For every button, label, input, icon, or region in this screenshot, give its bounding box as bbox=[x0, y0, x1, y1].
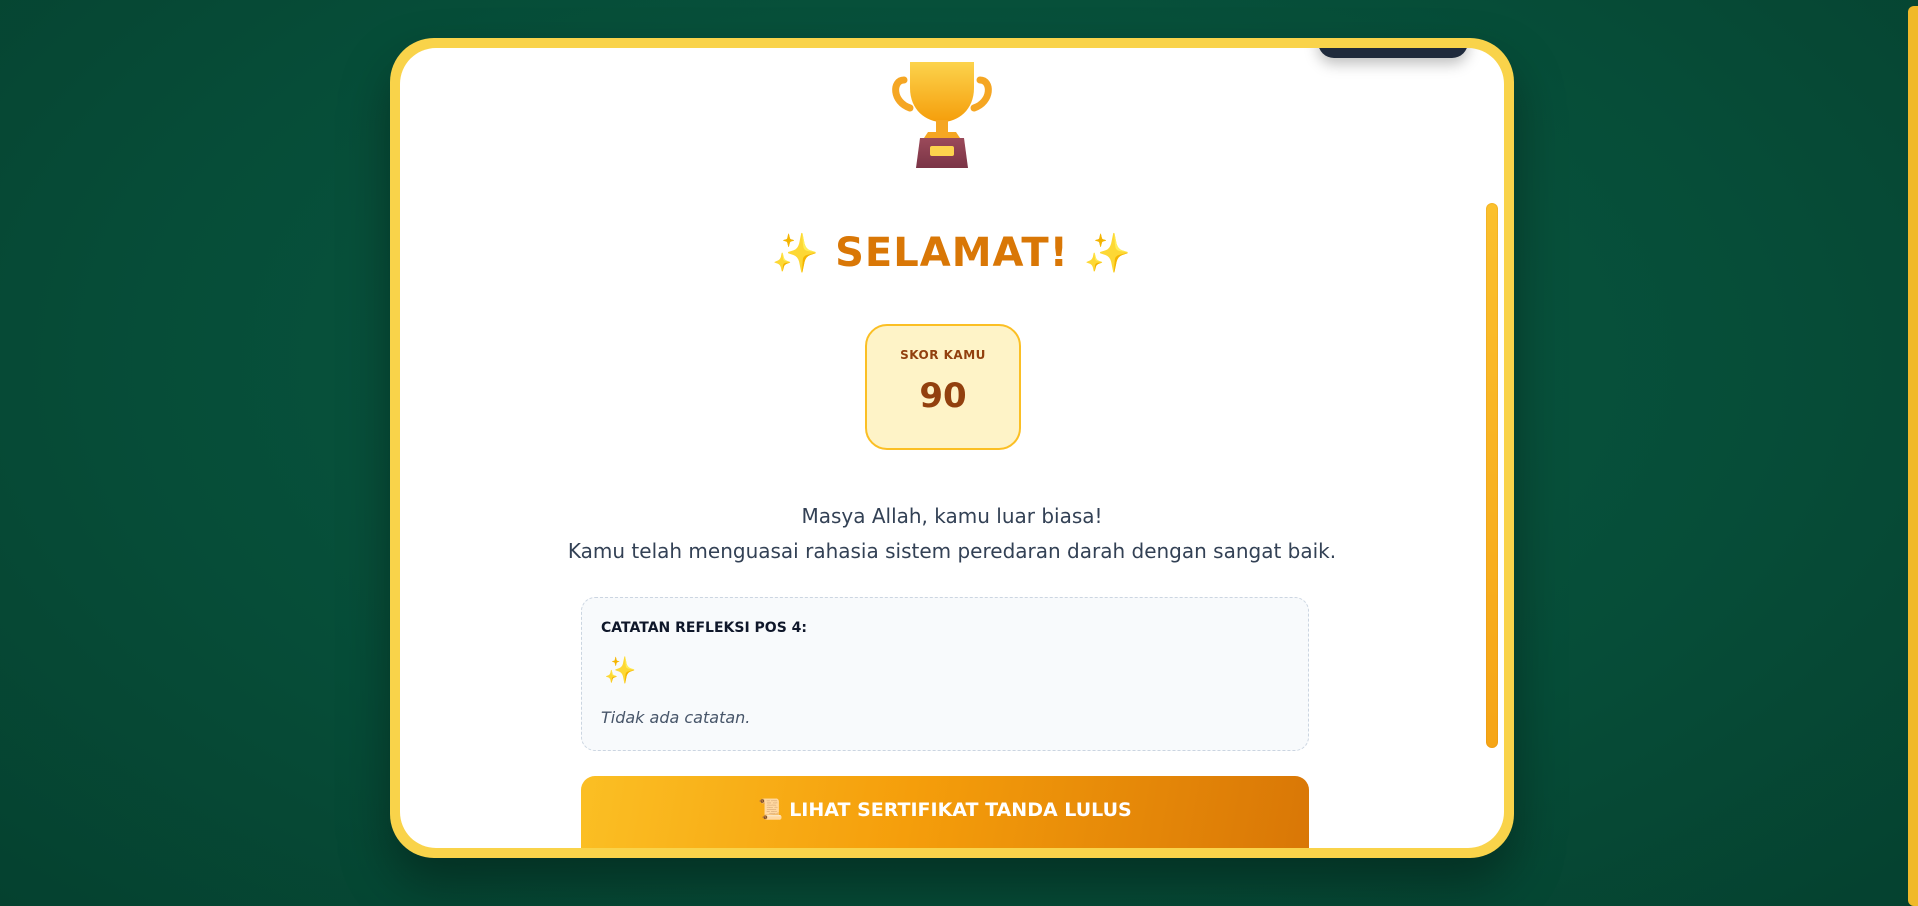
reflection-note-title: CATATAN REFLEKSI POS 4: bbox=[601, 620, 807, 636]
page-scrollbar[interactable] bbox=[1906, 0, 1918, 906]
content-scrollbar[interactable] bbox=[1486, 203, 1498, 748]
view-certificate-button[interactable]: 📜 LIHAT SERTIFIKAT TANDA LULUS bbox=[581, 776, 1309, 848]
congrats-title: ✨ SELAMAT! ✨ bbox=[400, 230, 1504, 276]
app-frame: ✨ SELAMAT! ✨ SKOR KAMU 90 Masya Allah, k… bbox=[390, 38, 1514, 858]
view-certificate-label: LIHAT SERTIFIKAT TANDA LULUS bbox=[789, 799, 1132, 821]
sparkle-icon: ✨ bbox=[604, 656, 637, 686]
reflection-note-card: CATATAN REFLEKSI POS 4: ✨ Tidak ada cata… bbox=[581, 597, 1309, 751]
score-label: SKOR KAMU bbox=[900, 348, 986, 362]
scroll-icon: 📜 bbox=[758, 797, 784, 821]
score-value: 90 bbox=[919, 376, 967, 416]
sparkle-icon: ✨ bbox=[771, 231, 821, 275]
page-scrollbar-thumb[interactable] bbox=[1908, 6, 1918, 906]
result-screen: ✨ SELAMAT! ✨ SKOR KAMU 90 Masya Allah, k… bbox=[400, 48, 1504, 848]
achievement-message: Kamu telah menguasai rahasia sistem pere… bbox=[567, 539, 1337, 563]
reflection-note-text: Tidak ada catatan. bbox=[601, 708, 751, 727]
congrats-title-text: SELAMAT! bbox=[835, 230, 1069, 276]
trophy-icon bbox=[892, 62, 992, 168]
sparkle-icon: ✨ bbox=[1083, 231, 1133, 275]
top-pill-button[interactable] bbox=[1318, 48, 1468, 58]
score-card: SKOR KAMU 90 bbox=[865, 324, 1021, 450]
praise-message: Masya Allah, kamu luar biasa! bbox=[801, 504, 1103, 528]
